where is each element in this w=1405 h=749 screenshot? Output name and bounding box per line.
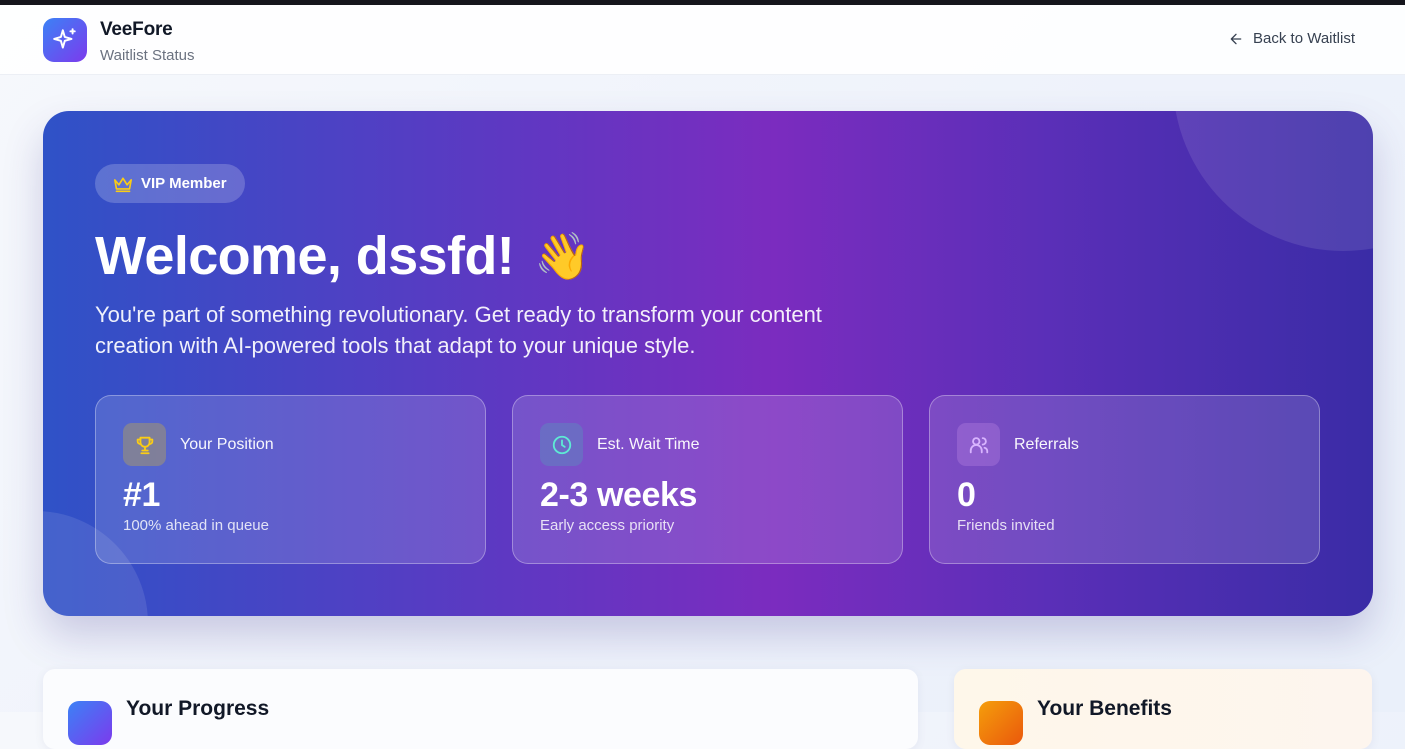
welcome-title-text: Welcome, dssfd!	[95, 226, 515, 286]
waving-hand-icon: 👋	[534, 228, 591, 283]
back-to-waitlist-link[interactable]: Back to Waitlist	[1228, 30, 1355, 47]
stat-caption: 100% ahead in queue	[123, 517, 269, 534]
stat-value: 2-3 weeks	[540, 476, 698, 514]
logo[interactable]	[43, 18, 87, 62]
trophy-icon-box	[123, 423, 166, 466]
stat-value: 0	[957, 476, 976, 514]
welcome-title: Welcome, dssfd! 👋	[95, 225, 591, 287]
decorative-circle	[1173, 111, 1373, 251]
brand-subtitle: Waitlist Status	[100, 47, 195, 64]
progress-card: Your Progress	[43, 669, 918, 749]
back-link-label: Back to Waitlist	[1253, 30, 1355, 47]
stat-card-wait-time: Est. Wait Time 2-3 weeks Early access pr…	[512, 395, 903, 564]
stat-card-position: Your Position #1 100% ahead in queue	[95, 395, 486, 564]
clock-icon	[552, 435, 571, 454]
arrow-left-icon	[1230, 33, 1242, 44]
sparkles-icon	[53, 28, 76, 49]
clock-icon-box	[540, 423, 583, 466]
benefits-card: Your Benefits	[954, 669, 1372, 749]
brand-name: VeeFore	[100, 19, 173, 40]
trophy-icon	[136, 436, 153, 454]
vip-badge: VIP Member	[95, 164, 245, 203]
stat-caption: Early access priority	[540, 517, 675, 534]
vip-badge-label: VIP Member	[141, 175, 227, 192]
benefits-card-title: Your Benefits	[1037, 697, 1172, 720]
stat-label: Est. Wait Time	[597, 436, 700, 453]
stat-label: Your Position	[180, 436, 274, 453]
stat-caption: Friends invited	[957, 517, 1055, 534]
stat-label: Referrals	[1014, 436, 1079, 453]
welcome-hero: VIP Member Welcome, dssfd! 👋 You're part…	[43, 111, 1373, 616]
users-icon-box	[957, 423, 1000, 466]
stat-card-referrals: Referrals 0 Friends invited	[929, 395, 1320, 564]
progress-card-title: Your Progress	[126, 697, 270, 720]
progress-icon	[68, 701, 112, 745]
stat-value: #1	[123, 476, 161, 514]
benefits-icon	[979, 701, 1023, 745]
users-icon	[969, 436, 988, 453]
welcome-description: You're part of something revolutionary. …	[95, 302, 822, 358]
app-header: VeeFore Waitlist Status Back to Waitlist	[0, 5, 1405, 75]
brand: VeeFore Waitlist Status	[100, 19, 194, 64]
crown-icon	[114, 176, 132, 192]
